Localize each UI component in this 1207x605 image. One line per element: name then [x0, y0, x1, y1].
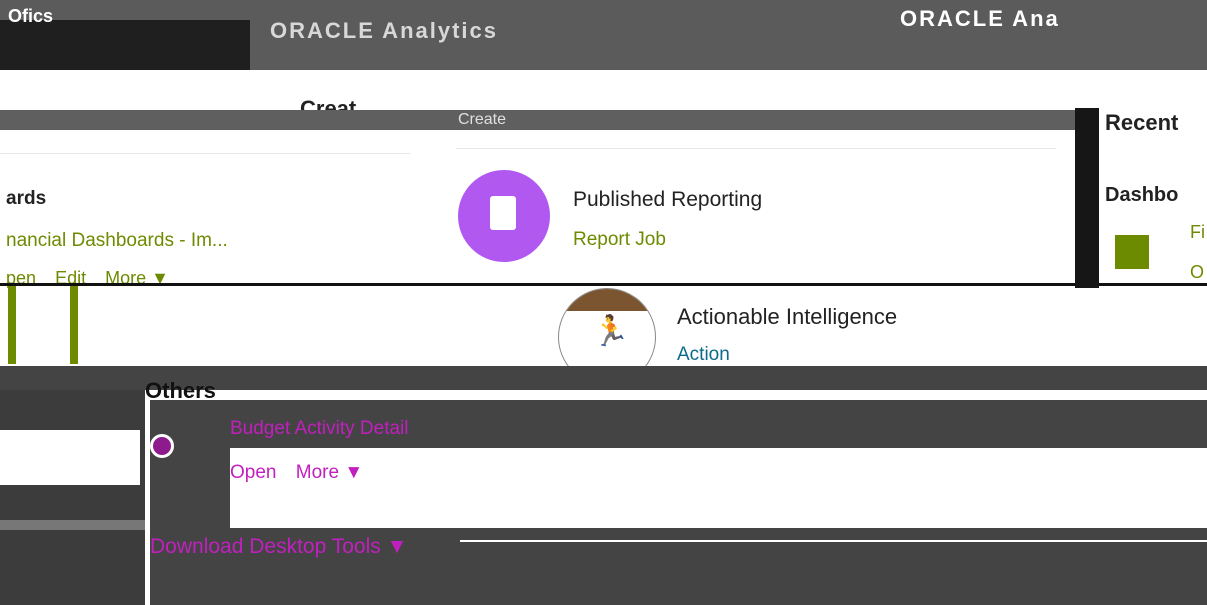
budget-actions: Open More ▼ [230, 462, 377, 484]
others-heading: Others [145, 378, 216, 403]
recent-dashboards-heading: Dashbo [1105, 184, 1179, 206]
header-right-brand: ORACLE Ana [900, 6, 1060, 31]
divider [0, 153, 410, 154]
accent-bar [8, 286, 16, 364]
dashboard-link[interactable]: nancial Dashboards - Im... [6, 230, 228, 252]
others-card [230, 448, 1207, 528]
document-icon [490, 196, 516, 230]
dashboards-heading: ards [6, 188, 47, 209]
brand-logo[interactable]: ORACLE Analytics [270, 18, 498, 44]
recent-link[interactable]: Fi [1190, 222, 1205, 243]
action-link[interactable]: Action [677, 344, 730, 366]
actionable-intelligence-title[interactable]: Actionable Intelligence [677, 304, 897, 330]
budget-icon [150, 434, 174, 458]
left-shade [0, 390, 145, 605]
more-menu[interactable]: More ▼ [296, 462, 363, 483]
header-left-text: Ofics [8, 6, 54, 26]
running-person-icon: 🏃 [592, 315, 630, 348]
grid-icon [1115, 235, 1149, 269]
divider [456, 148, 1056, 149]
icon-shade [559, 289, 655, 311]
open-link[interactable]: Open [230, 462, 276, 483]
create-bar [0, 110, 1090, 130]
section-divider [0, 283, 1207, 286]
recent-link[interactable]: O [1190, 262, 1204, 283]
footer-line [460, 540, 1207, 542]
left-strip [0, 520, 145, 530]
report-job-link[interactable]: Report Job [573, 229, 666, 251]
download-desktop-tools-link[interactable]: Download Desktop Tools ▼ [150, 535, 407, 559]
recent-heading: Recent [1105, 110, 1179, 135]
create-bar-label: Create [458, 111, 507, 128]
accent-bar [70, 286, 78, 364]
header-shade [0, 20, 250, 70]
published-reporting-title[interactable]: Published Reporting [573, 188, 762, 212]
budget-activity-detail-link[interactable]: Budget Activity Detail [230, 418, 408, 440]
left-card [0, 430, 140, 485]
recent-separator [1075, 108, 1099, 288]
